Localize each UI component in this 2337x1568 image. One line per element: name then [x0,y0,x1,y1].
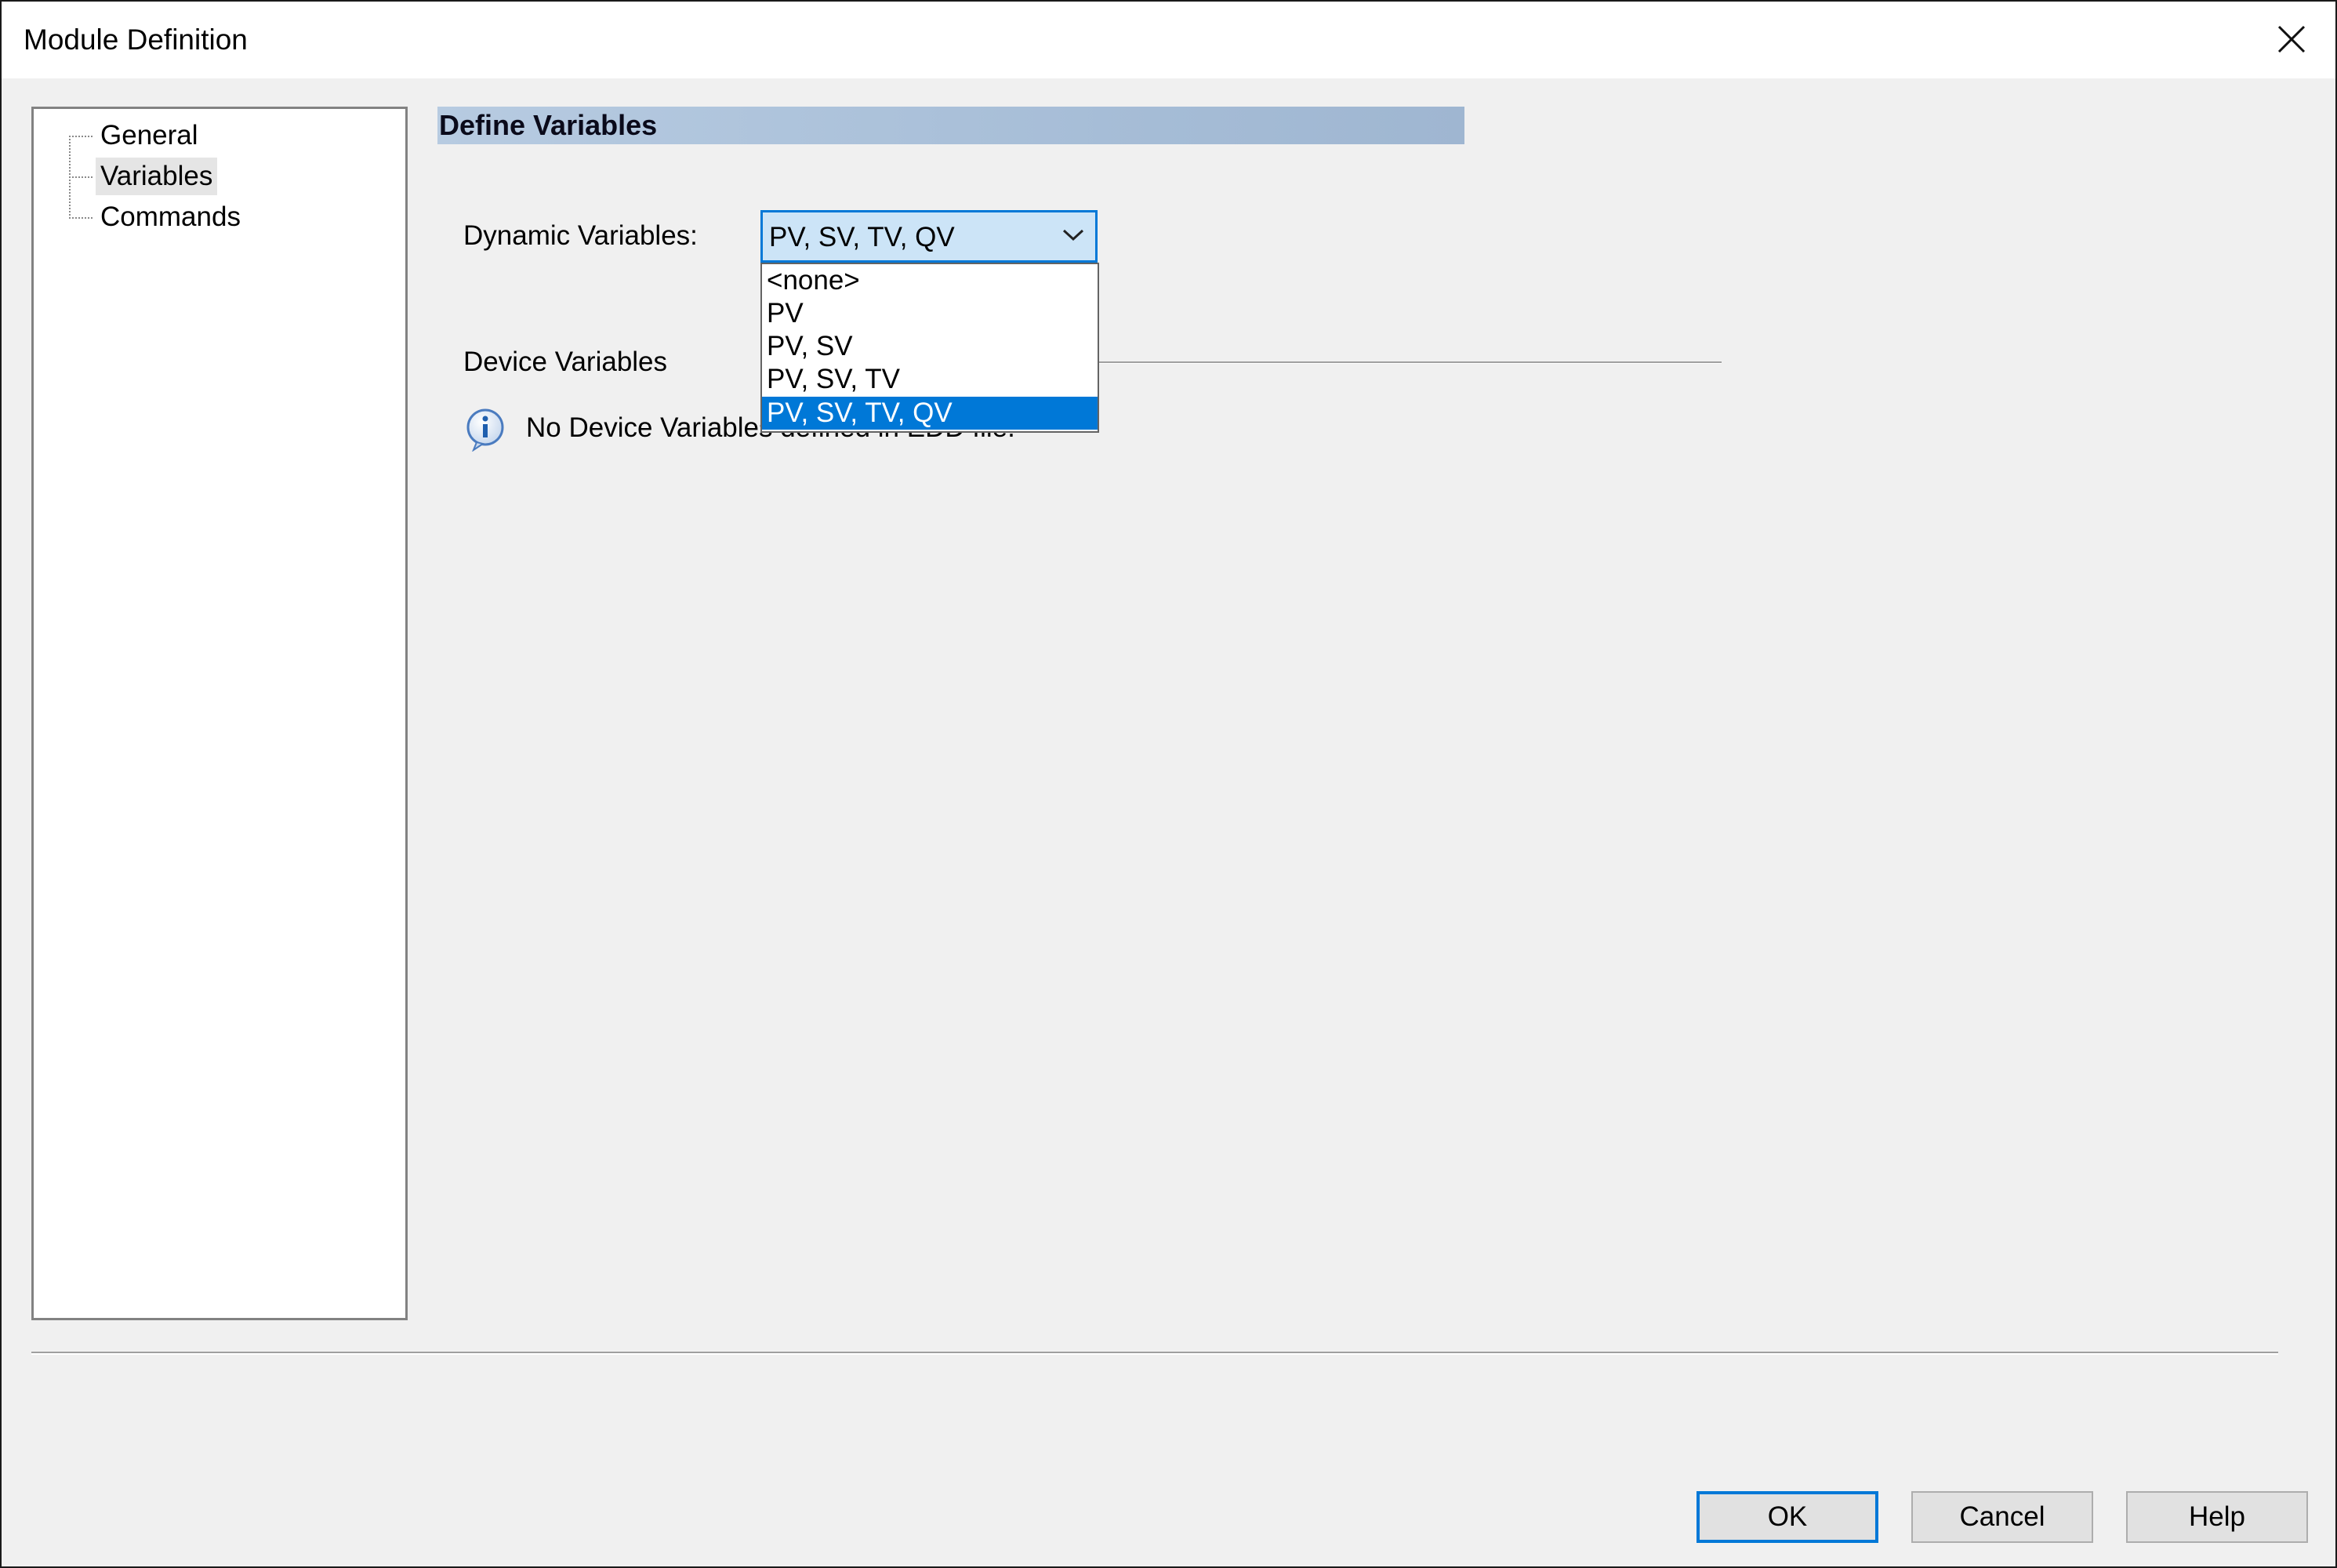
dropdown-option-selected[interactable]: PV, SV, TV, QV [762,397,1098,430]
chevron-down-icon [1062,229,1084,241]
device-variables-label: Device Variables [463,347,668,377]
cancel-button[interactable]: Cancel [1911,1491,2093,1543]
tree-item-label: Variables [96,158,218,195]
dropdown-option[interactable]: <none> [762,264,1098,297]
info-icon [466,408,504,452]
navigation-tree: General Variables Commands [31,107,408,1320]
close-button[interactable] [2249,2,2335,78]
window-title: Module Definition [24,24,248,56]
device-variables-divider [1098,361,1722,364]
help-button[interactable]: Help [2126,1491,2308,1543]
tree-item-label: Commands [100,201,241,232]
section-header: Define Variables [437,107,1464,144]
section-title: Define Variables [439,109,658,141]
dynamic-variables-dropdown-list: <none> PV PV, SV PV, SV, TV PV, SV, TV, … [760,263,1099,433]
close-icon [2277,25,2306,53]
footer-divider [31,1352,2278,1355]
dropdown-option[interactable]: PV, SV, TV [762,363,1098,396]
dynamic-variables-select[interactable]: PV, SV, TV, QV [760,210,1098,263]
dynamic-variables-label: Dynamic Variables: [463,220,698,251]
tree-connector [69,136,71,216]
dropdown-option[interactable]: PV [762,297,1098,330]
ok-button[interactable]: OK [1697,1491,1878,1543]
tree-item-label: General [100,120,198,151]
title-bar[interactable]: Module Definition [2,2,2335,78]
dropdown-option[interactable]: PV, SV [762,330,1098,363]
module-definition-dialog: Module Definition General Variables Comm… [0,0,2337,1568]
dynamic-variables-value: PV, SV, TV, QV [769,222,955,252]
